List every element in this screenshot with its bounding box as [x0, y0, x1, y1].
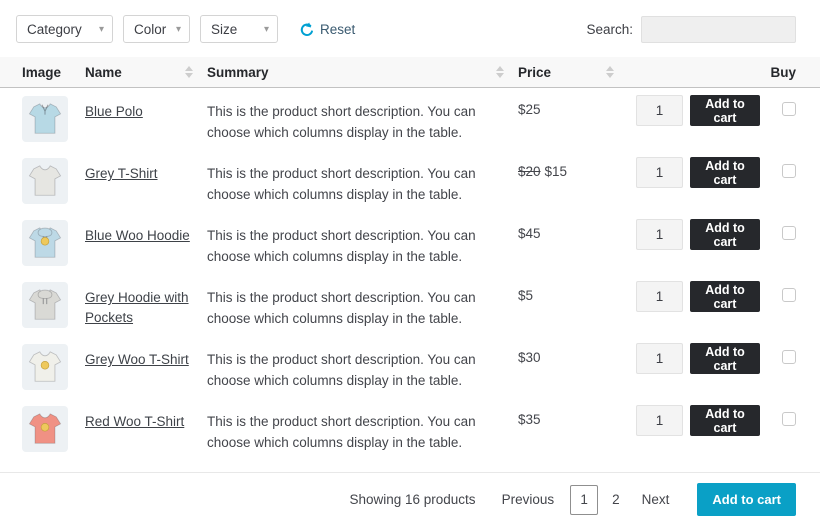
header-image: Image	[22, 65, 85, 80]
product-summary: This is the product short description. Y…	[207, 398, 503, 454]
product-name-link[interactable]: Red Woo T-Shirt	[85, 414, 184, 429]
quantity-input[interactable]	[636, 95, 683, 126]
product-summary: This is the product short description. Y…	[207, 150, 503, 206]
caret-down-icon: ▾	[176, 24, 181, 35]
shirt-image	[26, 162, 64, 200]
product-summary: This is the product short description. Y…	[207, 336, 503, 392]
shirt-image	[26, 100, 64, 138]
product-price: $5	[518, 274, 628, 303]
product-summary: This is the product short description. Y…	[207, 212, 503, 268]
size-filter-label: Size	[211, 22, 237, 37]
buy-checkbox[interactable]	[782, 226, 796, 240]
current-price: $5	[518, 288, 533, 303]
old-price: $20	[518, 164, 541, 179]
filter-bar: Category ▾ Color ▾ Size ▾ Reset Search:	[16, 15, 796, 43]
search-input[interactable]	[641, 16, 796, 43]
product-name-link[interactable]: Grey Hoodie with Pockets	[85, 290, 189, 325]
add-to-cart-button[interactable]: Add to cart	[690, 95, 760, 126]
table-row: Blue Woo Hoodie This is the product shor…	[0, 212, 820, 274]
buy-checkbox[interactable]	[782, 412, 796, 426]
quantity-input[interactable]	[636, 343, 683, 374]
current-price: $25	[518, 102, 541, 117]
add-to-cart-button[interactable]: Add to cart	[690, 405, 760, 436]
sort-icon[interactable]	[496, 66, 504, 78]
table-row: Grey T-Shirt This is the product short d…	[0, 150, 820, 212]
color-filter-label: Color	[134, 22, 166, 37]
product-name-link[interactable]: Blue Polo	[85, 104, 143, 119]
category-filter-dropdown[interactable]: Category ▾	[16, 15, 113, 43]
header-price[interactable]: Price	[518, 65, 628, 80]
product-thumbnail	[22, 158, 68, 204]
add-to-cart-button[interactable]: Add to cart	[690, 219, 760, 250]
reset-label: Reset	[320, 22, 355, 37]
shirt-image	[26, 348, 64, 386]
product-thumbnail	[22, 344, 68, 390]
sort-icon[interactable]	[606, 66, 614, 78]
reset-filters-link[interactable]: Reset	[300, 22, 355, 37]
pagination-page-2[interactable]: 2	[612, 492, 620, 507]
color-filter-dropdown[interactable]: Color ▾	[123, 15, 190, 43]
product-name-link[interactable]: Blue Woo Hoodie	[85, 228, 190, 243]
current-price: $45	[518, 226, 541, 241]
shirt-image	[26, 286, 64, 324]
caret-down-icon: ▾	[264, 24, 269, 35]
quantity-input[interactable]	[636, 405, 683, 436]
table-row: Grey Hoodie with Pockets This is the pro…	[0, 274, 820, 336]
add-to-cart-button[interactable]: Add to cart	[690, 157, 760, 188]
quantity-input[interactable]	[636, 219, 683, 250]
current-price: $15	[545, 164, 568, 179]
product-price: $25	[518, 88, 628, 117]
bulk-add-to-cart-button[interactable]: Add to cart	[697, 483, 796, 516]
product-thumbnail	[22, 406, 68, 452]
add-to-cart-button[interactable]: Add to cart	[690, 343, 760, 374]
product-summary: This is the product short description. Y…	[207, 274, 503, 330]
current-price: $30	[518, 350, 541, 365]
shirt-image	[26, 224, 64, 262]
sort-icon[interactable]	[185, 66, 193, 78]
table-row: Red Woo T-Shirt This is the product shor…	[0, 398, 820, 460]
showing-products-count: Showing 16 products	[349, 492, 475, 507]
buy-checkbox[interactable]	[782, 350, 796, 364]
buy-checkbox[interactable]	[782, 102, 796, 116]
reset-icon	[300, 22, 315, 37]
shirt-image	[26, 410, 64, 448]
table-row: Grey Woo T-Shirt This is the product sho…	[0, 336, 820, 398]
pagination-page-1-current[interactable]: 1	[570, 485, 598, 515]
current-price: $35	[518, 412, 541, 427]
pagination-next[interactable]: Next	[642, 492, 670, 507]
product-summary: This is the product short description. Y…	[207, 88, 503, 144]
product-thumbnail	[22, 220, 68, 266]
add-to-cart-button[interactable]: Add to cart	[690, 281, 760, 312]
search-area: Search:	[586, 16, 796, 43]
product-table-page: Category ▾ Color ▾ Size ▾ Reset Search: …	[0, 0, 820, 528]
table-header: Image Name Summary Price Buy	[0, 57, 820, 88]
header-buy: Buy	[760, 65, 796, 80]
caret-down-icon: ▾	[99, 24, 104, 35]
product-thumbnail	[22, 96, 68, 142]
search-label: Search:	[586, 22, 633, 37]
quantity-input[interactable]	[636, 281, 683, 312]
product-price: $35	[518, 398, 628, 427]
category-filter-label: Category	[27, 22, 82, 37]
quantity-input[interactable]	[636, 157, 683, 188]
pagination-previous[interactable]: Previous	[502, 492, 555, 507]
product-name-link[interactable]: Grey T-Shirt	[85, 166, 158, 181]
product-price: $30	[518, 336, 628, 365]
size-filter-dropdown[interactable]: Size ▾	[200, 15, 278, 43]
buy-checkbox[interactable]	[782, 164, 796, 178]
table-row: Blue Polo This is the product short desc…	[0, 88, 820, 150]
buy-checkbox[interactable]	[782, 288, 796, 302]
header-summary[interactable]: Summary	[207, 65, 518, 80]
product-price: $20 $15	[518, 150, 628, 179]
product-thumbnail	[22, 282, 68, 328]
header-name[interactable]: Name	[85, 65, 207, 80]
product-name-link[interactable]: Grey Woo T-Shirt	[85, 352, 189, 367]
table-footer: Showing 16 products Previous 1 2 Next Ad…	[0, 473, 820, 516]
product-price: $45	[518, 212, 628, 241]
